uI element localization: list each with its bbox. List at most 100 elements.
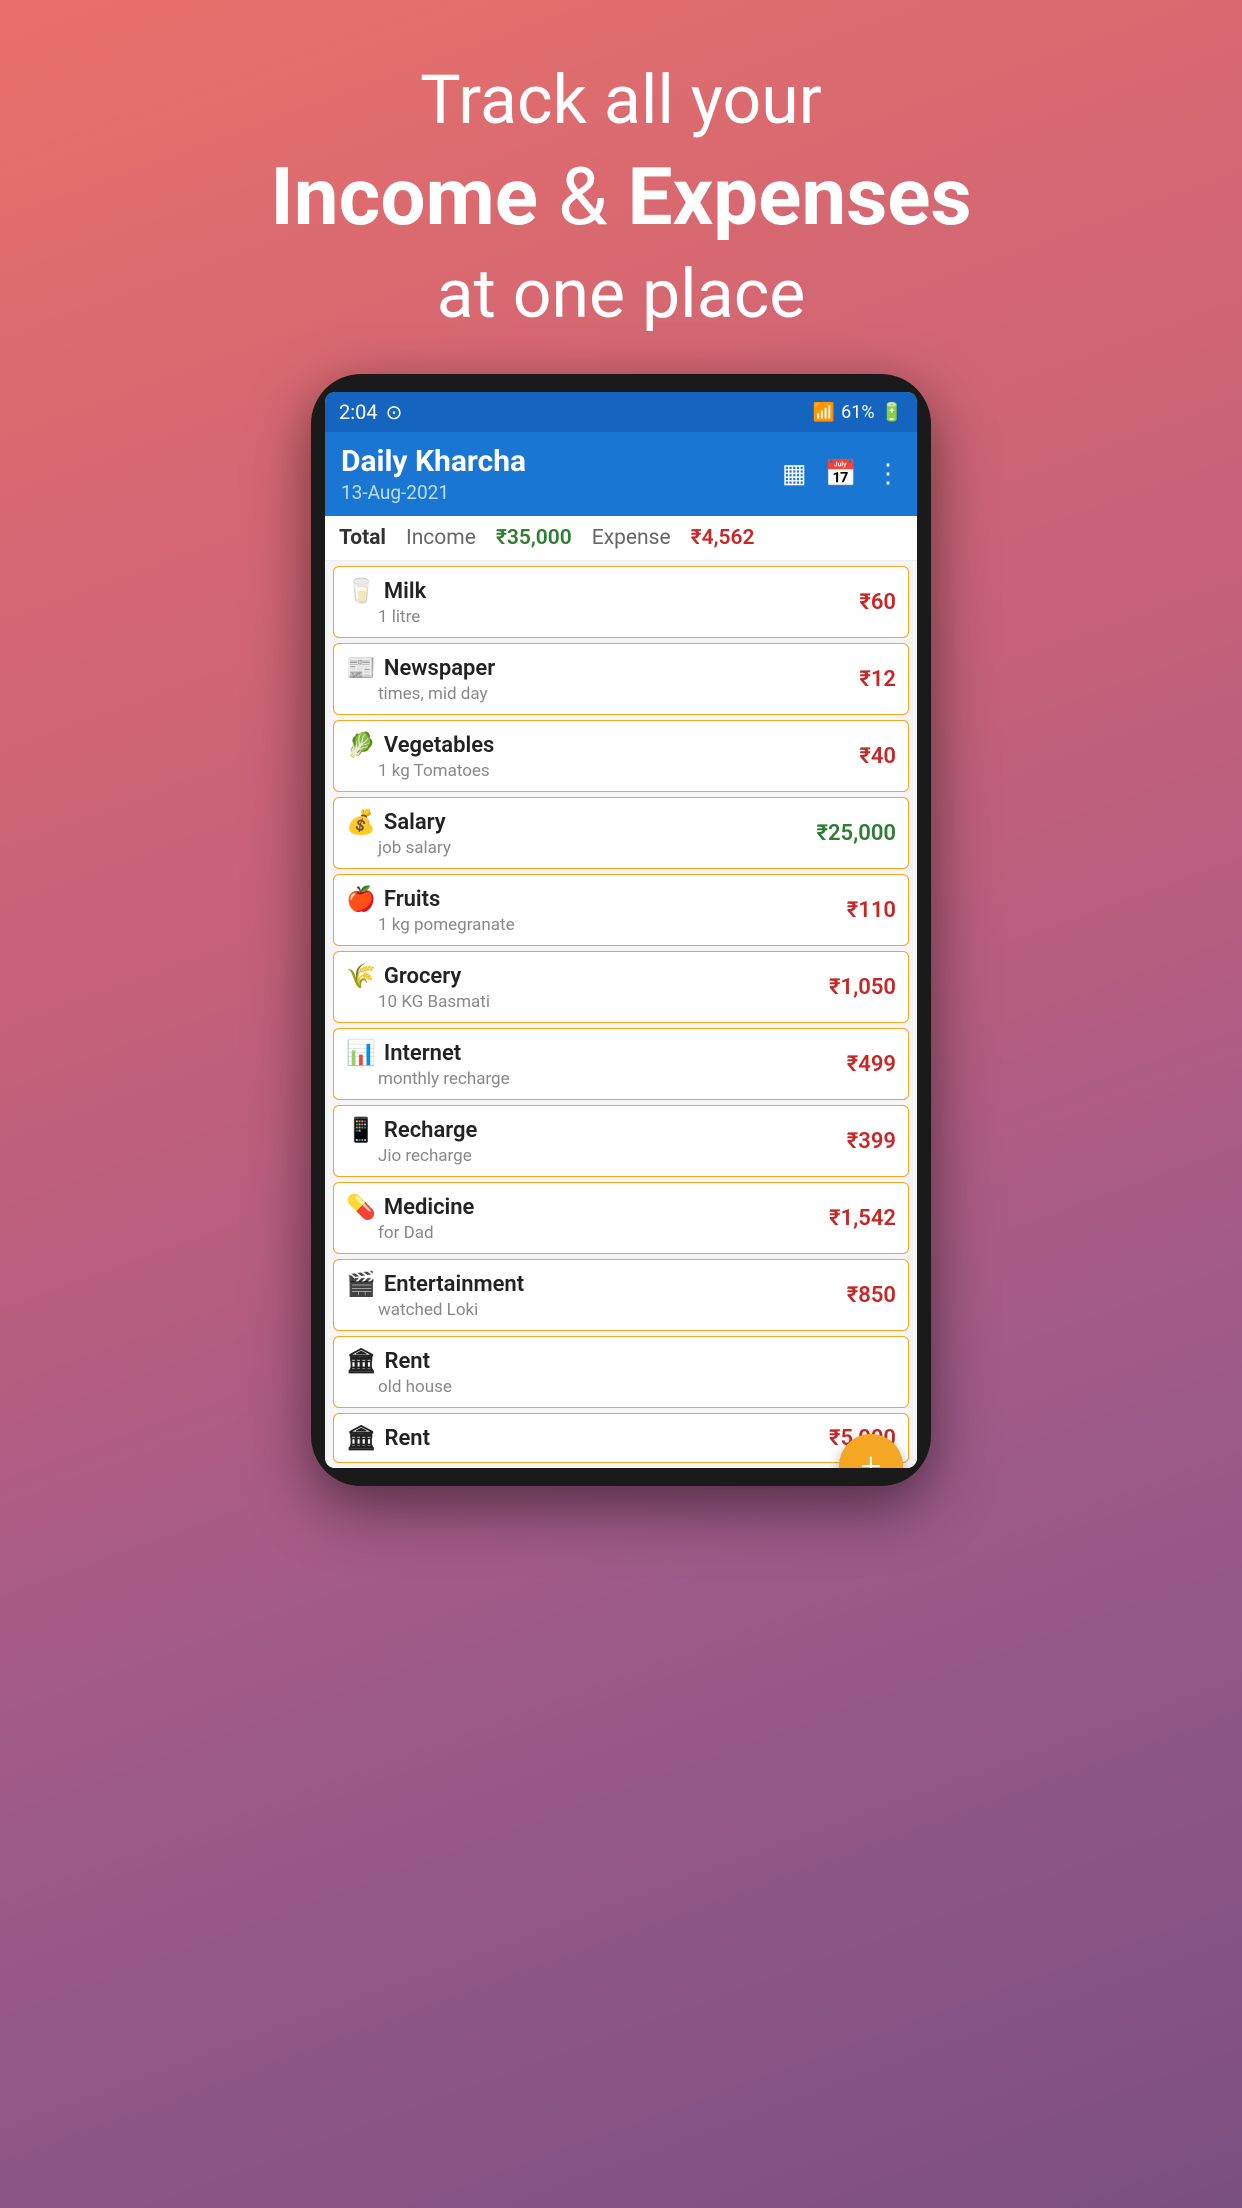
tx-name-row: 🏛 Rent [346,1347,452,1375]
tx-name: Rent [384,1349,430,1374]
tx-category-icon: 🏛 [346,1424,376,1452]
summary-expense-label: Expense [592,526,671,550]
tx-description: 10 KG Basmati [346,992,490,1012]
summary-expense-value: ₹4,562 [691,526,755,550]
tx-category-icon: 💊 [346,1193,376,1221]
tx-category-icon: 📊 [346,1039,376,1067]
tx-name: Newspaper [384,656,495,681]
transaction-item[interactable]: 🌾 Grocery 10 KG Basmati ₹1,050 [333,951,909,1023]
tx-left: 📰 Newspaper times, mid day [346,654,495,704]
status-left: 2:04 ⊙ [339,400,402,424]
transaction-item[interactable]: 🏛 Rent old house [333,1336,909,1408]
tx-amount: ₹60 [859,590,896,615]
tx-name-row: 🌾 Grocery [346,962,490,990]
tx-name-row: 🏛 Rent [346,1424,430,1452]
tx-name: Entertainment [384,1272,524,1297]
tx-name-row: 🥬Vegetables [346,731,494,759]
phone-device: 2:04 ⊙ 📶 61% 🔋 Daily Kharcha 13-Aug-2021… [311,374,931,1486]
bar-chart-icon[interactable]: ▦ [782,459,807,489]
tx-left: 📊 Internet monthly recharge [346,1039,510,1089]
tx-category-icon: 📱 [346,1116,376,1144]
transaction-item[interactable]: 📊 Internet monthly recharge ₹499 [333,1028,909,1100]
tx-category-icon: 🍎 [346,885,376,913]
tx-description: old house [346,1377,452,1397]
transaction-item[interactable]: 💊Medicinefor Dad₹1,542 [333,1182,909,1254]
tx-name-row: 🎬 Entertainment [346,1270,524,1298]
tx-category-icon: 🏛 [346,1347,376,1375]
tx-name-row: 💊 Medicine [346,1193,474,1221]
tx-description: for Dad [346,1223,474,1243]
tx-category-icon: 🥬 [346,731,376,759]
tx-description: 1 litre [346,607,426,627]
summary-income-value: ₹35,000 [496,526,572,550]
tx-amount: ₹1,050 [829,975,896,1000]
tx-description: monthly recharge [346,1069,510,1089]
calendar-icon[interactable]: 📅 [825,459,857,489]
tx-left: 🎬 Entertainment watched Loki [346,1270,524,1320]
promo-line2: Income & Expenses [270,150,971,244]
status-bar: 2:04 ⊙ 📶 61% 🔋 [325,392,917,432]
app-title: Daily Kharcha [341,444,526,479]
summary-total-label: Total [339,526,386,550]
tx-category-icon: 🌾 [346,962,376,990]
promo-line1: Track all your [270,60,971,140]
promo-section: Track all your Income & Expenses at one … [190,0,1051,364]
app-bar-left: Daily Kharcha 13-Aug-2021 [341,444,526,504]
tx-description: times, mid day [346,684,495,704]
tx-left: 🌾 Grocery 10 KG Basmati [346,962,490,1012]
transaction-item[interactable]: 🍎 Fruits 1 kg pomegranate ₹110 [333,874,909,946]
tx-name: Internet [384,1041,461,1066]
transaction-item[interactable]: 🎬 Entertainment watched Loki ₹850 [333,1259,909,1331]
tx-amount: ₹110 [847,898,896,923]
tx-description: Jio recharge [346,1146,477,1166]
tx-category-icon: 🎬 [346,1270,376,1298]
tx-category-icon: 📰 [346,654,376,682]
tx-description: job salary [346,838,451,858]
promo-line3: at one place [270,254,971,334]
tx-name: Salary [384,810,446,835]
tx-amount: ₹40 [859,744,896,769]
tx-name: Rent [384,1426,430,1451]
app-date: 13-Aug-2021 [341,481,526,504]
tx-amount: ₹399 [847,1129,896,1154]
whatsapp-icon: ⊙ [386,400,403,424]
transaction-item[interactable]: 💰Salaryjob salary ₹25,000 [333,797,909,869]
status-time: 2:04 [339,400,378,424]
tx-left: 🏛 Rent old house [346,1347,452,1397]
tx-name-row: 📱 Recharge [346,1116,477,1144]
tx-name-row: 📊 Internet [346,1039,510,1067]
tx-name-row: 🍎 Fruits [346,885,515,913]
promo-expenses: Expenses [627,150,971,244]
tx-amount: ₹25,000 [816,821,896,846]
transaction-item[interactable]: 🥛 Milk 1 litre ₹60 [333,566,909,638]
tx-left: 💊 Medicine for Dad [346,1193,474,1243]
tx-description: 1 kg pomegranate [346,915,515,935]
transaction-item[interactable]: 📰 Newspaper times, mid day ₹12 [333,643,909,715]
app-bar: Daily Kharcha 13-Aug-2021 ▦ 📅 ⋮ [325,432,917,516]
more-vert-icon[interactable]: ⋮ [875,459,901,489]
tx-name: Recharge [384,1118,477,1143]
tx-left: 🏛 Rent [346,1424,430,1452]
transaction-item[interactable]: 🏛Rent₹5,000 [333,1413,909,1463]
tx-name-row: 📰 Newspaper [346,654,495,682]
tx-amount: ₹12 [859,667,896,692]
transaction-item[interactable]: 🥬Vegetables1 kg Tomatoes ₹40 [333,720,909,792]
transaction-list: 🥛 Milk 1 litre ₹60 📰 Newspaper times, mid day ₹… [325,561,917,1468]
tx-name: Grocery [384,964,461,989]
phone-screen: 2:04 ⊙ 📶 61% 🔋 Daily Kharcha 13-Aug-2021… [325,392,917,1468]
promo-income: Income [270,150,538,244]
status-right: 📶 61% 🔋 [813,402,903,423]
tx-description: 1 kg Tomatoes [346,761,494,781]
app-bar-icons: ▦ 📅 ⋮ [782,459,901,489]
tx-amount: ₹499 [847,1052,896,1077]
tx-category-icon: 🥛 [346,577,376,605]
tx-name: Medicine [384,1195,475,1220]
transaction-item[interactable]: 📱 Recharge Jio recharge ₹399 [333,1105,909,1177]
tx-name-row: 💰Salary [346,808,451,836]
tx-amount: ₹850 [847,1283,896,1308]
tx-left: 🍎 Fruits 1 kg pomegranate [346,885,515,935]
summary-income-label: Income [406,526,476,550]
tx-description: watched Loki [346,1300,524,1320]
tx-name: Milk [384,579,426,604]
tx-name: Fruits [384,887,440,912]
